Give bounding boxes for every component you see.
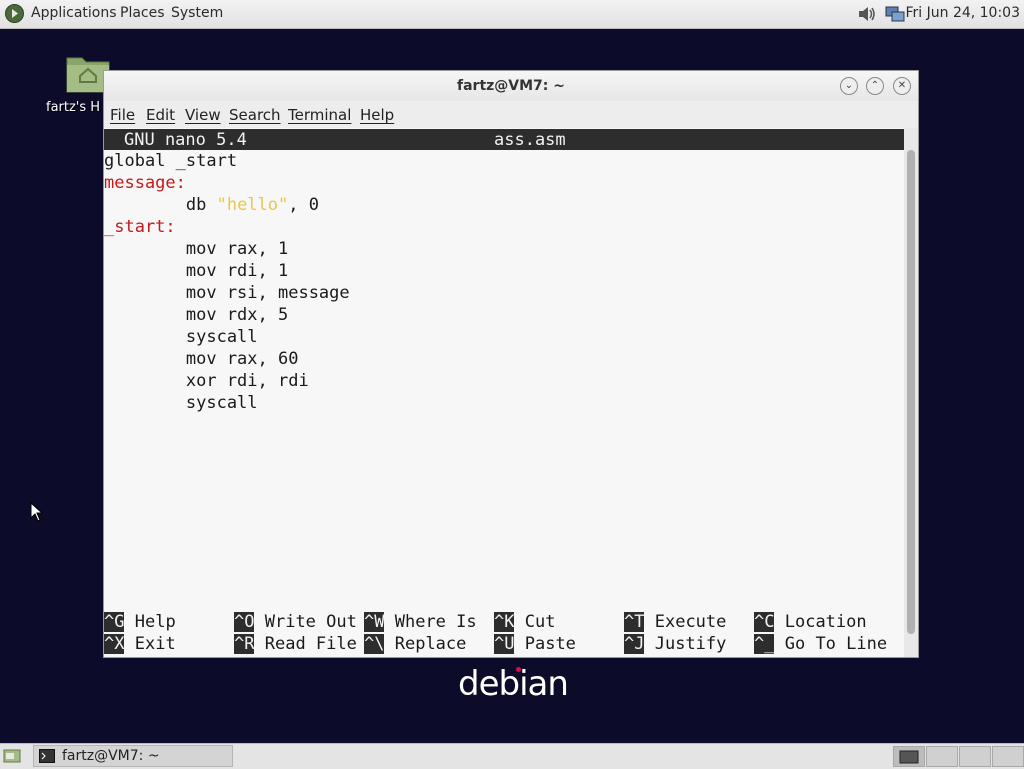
shortcut-replace[interactable]: ^\ Replace — [364, 634, 466, 654]
shortcut-write-out[interactable]: ^O Write Out — [234, 612, 357, 632]
shortcut-key: ^G — [104, 612, 125, 632]
window-titlebar[interactable]: fartz@VM7: ~ ⌄ ⌃ ✕ — [104, 71, 918, 101]
menu-help[interactable]: Help — [360, 106, 394, 124]
shortcut-key: ^K — [494, 612, 515, 632]
workspace-window-icon — [899, 750, 919, 764]
nano-title-bar: GNU nano 5.4 ass.asm — [104, 129, 904, 150]
shortcut-label: Replace — [394, 634, 467, 654]
shortcut-read-file[interactable]: ^R Read File — [234, 634, 357, 654]
terminal-icon — [39, 749, 55, 763]
menu-edit[interactable]: Edit — [146, 106, 175, 124]
shortcut-key: ^O — [234, 612, 255, 632]
shortcut-key: ^_ — [754, 634, 775, 654]
menu-file[interactable]: File — [110, 106, 135, 124]
window-title: fartz@VM7: ~ — [457, 78, 565, 94]
taskbar-item-label: fartz@VM7: ~ — [62, 748, 160, 764]
menu-search[interactable]: Search — [229, 106, 281, 124]
shortcut-label: Cut — [524, 612, 556, 632]
code-string-literal: "hello" — [216, 195, 289, 215]
top-panel: Applications Places System Fri Jun 24, 1… — [0, 0, 1024, 29]
code-line: mov rax, 1 — [104, 239, 289, 259]
code-line: syscall — [104, 393, 258, 413]
workspace-4[interactable] — [992, 746, 1024, 767]
shortcut-key: ^W — [364, 612, 385, 632]
shortcut-help[interactable]: ^G Help — [104, 612, 176, 632]
shortcut-execute[interactable]: ^T Execute — [624, 612, 726, 632]
code-line-label: _start: — [104, 217, 176, 237]
shortcut-label: Where Is — [394, 612, 477, 632]
code-line: mov rdi, 1 — [104, 261, 289, 281]
close-button[interactable]: ✕ — [893, 77, 911, 95]
shortcut-label: Exit — [134, 634, 176, 654]
shortcut-key: ^C — [754, 612, 775, 632]
debian-logo: debian — [458, 664, 569, 704]
code-line: mov rdx, 5 — [104, 305, 289, 325]
shortcut-label: Justify — [654, 634, 727, 654]
shortcut-label: Read File — [264, 634, 357, 654]
scrollbar-thumb[interactable] — [907, 150, 915, 634]
shortcut-label: Paste — [524, 634, 576, 654]
workspace-3[interactable] — [959, 746, 991, 767]
volume-icon[interactable] — [856, 4, 878, 24]
shortcut-location[interactable]: ^C Location — [754, 612, 867, 632]
workspace-1[interactable] — [893, 746, 925, 767]
shortcut-label: Help — [134, 612, 176, 632]
network-icon[interactable] — [884, 4, 906, 24]
menu-places[interactable]: Places — [120, 5, 165, 21]
shortcut-label: Go To Line — [784, 634, 888, 654]
shortcut-exit[interactable]: ^X Exit — [104, 634, 176, 654]
shortcut-label: Execute — [654, 612, 727, 632]
terminal-menubar: File Edit View Search Terminal Help — [104, 102, 918, 128]
shortcut-justify[interactable]: ^J Justify — [624, 634, 726, 654]
minimize-button[interactable]: ⌄ — [840, 77, 858, 95]
menu-applications[interactable]: Applications — [31, 5, 117, 21]
code-line: xor rdi, rdi — [104, 371, 309, 391]
shortcut-key: ^X — [104, 634, 125, 654]
shortcut-label: Write Out — [264, 612, 357, 632]
menu-terminal[interactable]: Terminal — [288, 106, 351, 124]
home-folder-label[interactable]: fartz's H — [46, 100, 100, 115]
shortcut-where-is[interactable]: ^W Where Is — [364, 612, 477, 632]
shortcut-label: Location — [784, 612, 867, 632]
shortcut-key: ^R — [234, 634, 255, 654]
shortcut-go-to-line[interactable]: ^_ Go To Line — [754, 634, 887, 654]
code-line: global _start — [104, 151, 238, 171]
menu-view[interactable]: View — [185, 106, 221, 124]
shortcut-key: ^J — [624, 634, 645, 654]
shortcut-paste[interactable]: ^U Paste — [494, 634, 576, 654]
shortcut-key: ^\ — [364, 634, 385, 654]
terminal-window[interactable]: fartz@VM7: ~ ⌄ ⌃ ✕ File Edit View Search… — [103, 70, 919, 658]
code-line: mov rax, 60 — [104, 349, 299, 369]
shortcut-cut[interactable]: ^K Cut — [494, 612, 555, 632]
menu-system[interactable]: System — [171, 5, 223, 21]
taskbar-item-terminal[interactable]: fartz@VM7: ~ — [33, 745, 233, 767]
debian-logo-dot — [516, 667, 521, 672]
mouse-cursor-icon — [30, 502, 42, 522]
workspace-2[interactable] — [926, 746, 958, 767]
code-text: db — [104, 195, 217, 215]
code-line: db "hello", 0 — [104, 195, 319, 217]
code-text: , 0 — [288, 195, 319, 215]
distro-logo-icon[interactable] — [4, 3, 25, 24]
terminal-scrollbar[interactable] — [904, 128, 918, 657]
nano-version: GNU nano 5.4 — [124, 130, 247, 150]
code-line: syscall — [104, 327, 258, 347]
code-line: mov rsi, message — [104, 283, 350, 303]
maximize-button[interactable]: ⌃ — [866, 77, 884, 95]
shortcut-key: ^U — [494, 634, 515, 654]
shortcut-key: ^T — [624, 612, 645, 632]
code-line-label: message: — [104, 173, 186, 193]
show-desktop-icon[interactable] — [3, 748, 21, 764]
clock[interactable]: Fri Jun 24, 10:03 — [905, 5, 1020, 21]
bottom-panel: fartz@VM7: ~ — [0, 743, 1024, 769]
terminal-area[interactable]: GNU nano 5.4 ass.asm global _start messa… — [104, 128, 904, 657]
nano-filename: ass.asm — [494, 130, 566, 150]
